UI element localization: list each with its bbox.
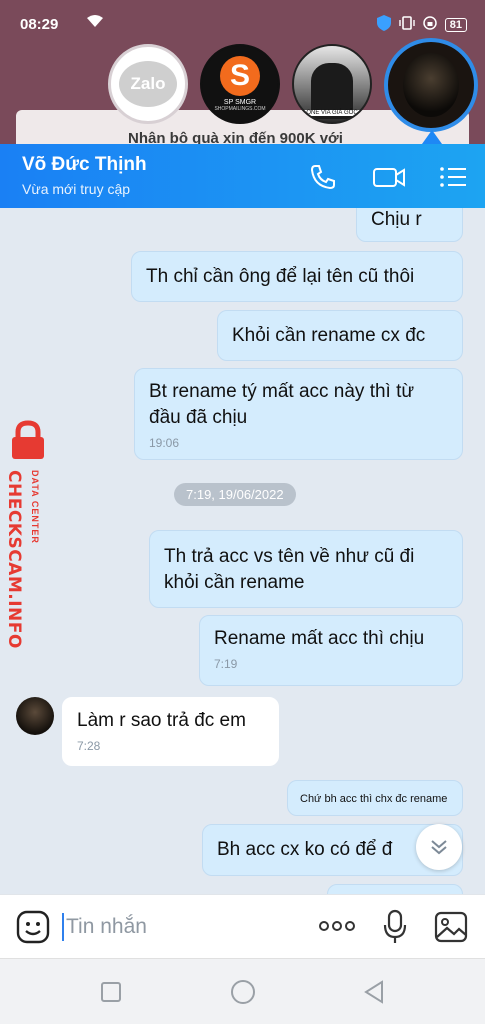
chat-head-zalo[interactable]: Zalo [108,44,188,124]
emoji-icon[interactable] [16,910,50,949]
message-text: Th chỉ cần ông để lại tên cũ thôi [146,266,415,287]
chat-head-via[interactable]: ONE VIA GIÁ GỐC [292,44,372,124]
message-text: Rename mất acc thì chịu [214,628,425,649]
message-outgoing[interactable]: Th chỉ cần ông để lại tên cũ thôi [131,251,463,302]
wifi-icon [86,14,104,32]
chat-head-sp-sub: SHOPMAILINGS.COM [214,106,266,112]
menu-list-icon[interactable] [438,162,468,192]
chat-header: Võ Đức Thịnh Vừa mới truy cập [0,144,485,208]
message-text: Bt rename tý mất acc này thì từ đầu đã c… [149,381,415,428]
avatar [403,53,459,117]
back-icon[interactable] [362,979,386,1010]
avatar[interactable] [16,697,54,735]
sp-logo-icon: S [220,56,260,96]
chevron-down-icon [431,840,447,855]
contact-status: Vừa mới truy cập [22,181,131,197]
active-chat-pointer [422,130,442,144]
message-time: 7:28 [77,739,101,753]
battery-indicator: 81 [444,17,467,32]
home-icon[interactable] [230,979,256,1010]
chat-head-active[interactable] [384,38,478,132]
message-incoming[interactable]: Làm r sao trả đc em 7:28 [62,697,279,766]
date-separator: 7:19, 19/06/2022 [174,483,296,506]
message-outgoing[interactable]: Rename mất acc thì chịu 7:19 [199,615,463,686]
message-outgoing[interactable]: Bt rename tý mất acc này thì từ đầu đã c… [134,368,463,460]
message-text: Th trả acc vs tên về như cũ đi khỏi cần … [164,546,415,593]
message-outgoing[interactable]: Khỏi cần rename cx đc [217,310,463,361]
message-text: Chứ bh acc thì chx đc rename [300,793,448,805]
chat-messages[interactable]: Chịu r Th chỉ cần ông để lại tên cũ thôi… [0,208,485,894]
chat-head-via-caption: ONE VIA GIÁ GỐC [294,110,370,116]
status-bar: 08:29 81 [0,0,485,46]
recent-apps-icon[interactable] [100,981,122,1008]
message-text: Làm r sao trả đc em [77,710,246,731]
message-time: 7:19 [214,657,238,671]
contact-name[interactable]: Võ Đức Thịnh [22,154,147,176]
microphone-icon[interactable] [382,909,408,950]
system-nav-bar [0,958,485,1024]
message-time: 19:06 [149,436,180,450]
shield-icon [376,15,391,34]
scroll-to-bottom-button[interactable] [416,824,462,870]
message-outgoing[interactable]: Chứ bh acc thì chx đc rename [287,780,463,816]
message-input[interactable]: Tin nhắn [62,913,147,941]
message-outgoing[interactable] [327,884,463,894]
message-text: Chịu r [371,209,422,230]
watermark: CHECKSCAM.INFO DATA CENTER [2,420,54,660]
image-gallery-icon[interactable] [434,911,468,948]
padlock-icon [8,420,48,460]
message-input-bar: Tin nhắn [0,894,485,958]
message-text: Khỏi cần rename cx đc [232,325,426,346]
video-call-icon[interactable] [372,162,405,192]
watermark-subtext: DATA CENTER [30,470,40,544]
chat-heads: Zalo S SP SMGR SHOPMAILINGS.COM ONE VIA … [108,38,478,132]
zalo-logo: Zalo [119,61,177,107]
message-outgoing[interactable]: Th trả acc vs tên về như cũ đi khỏi cần … [149,530,463,608]
watermark-text: CHECKSCAM.INFO [4,470,24,649]
chat-head-sp-smgr[interactable]: S SP SMGR SHOPMAILINGS.COM [200,44,280,124]
phone-icon[interactable] [308,162,338,192]
message-outgoing[interactable]: Chịu r [356,208,463,242]
chat-head-sp-label: SP SMGR [223,99,257,106]
clock: 08:29 [20,16,59,33]
more-options-icon[interactable] [318,919,356,938]
message-text: Bh acc cx ko có để đ [217,839,393,860]
vibrate-icon [399,16,415,33]
lock-icon [423,16,437,33]
